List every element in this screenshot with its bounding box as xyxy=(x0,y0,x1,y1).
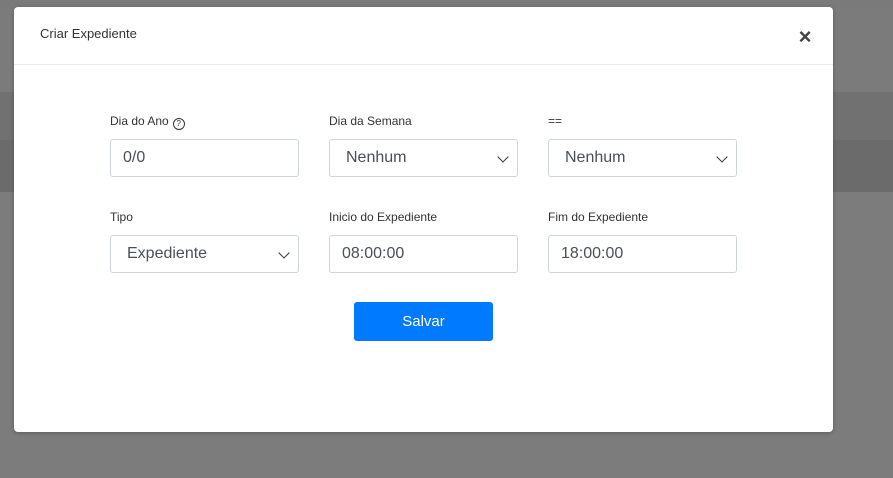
day-of-year-field: Dia do Ano? 0/0 xyxy=(110,113,299,177)
create-schedule-modal: Criar Expediente × Dia do Ano? 0/0 Dia d… xyxy=(14,7,833,432)
type-select[interactable]: Expediente xyxy=(110,235,299,273)
type-field: Tipo Expediente xyxy=(110,209,299,273)
end-time-label: Fim do Expediente xyxy=(548,210,649,224)
day-of-year-label: Dia do Ano xyxy=(110,114,169,128)
modal-title: Criar Expediente xyxy=(40,26,137,41)
chevron-down-icon xyxy=(716,151,728,163)
operator-select[interactable]: Nenhum xyxy=(548,139,737,177)
help-icon[interactable]: ? xyxy=(172,118,185,130)
day-of-year-input[interactable]: 0/0 xyxy=(110,139,299,177)
start-time-input[interactable]: 08:00:00 xyxy=(329,235,518,273)
start-time-label: Inicio do Expediente xyxy=(329,210,438,224)
weekday-label: Dia da Semana xyxy=(329,114,412,128)
close-icon[interactable]: × xyxy=(795,26,815,48)
modal-header: Criar Expediente × xyxy=(14,7,833,65)
start-time-field: Inicio do Expediente 08:00:00 xyxy=(329,209,518,273)
operator-field: == Nenhum xyxy=(548,113,737,177)
type-label: Tipo xyxy=(110,210,133,224)
save-button[interactable]: Salvar xyxy=(354,302,493,341)
chevron-down-icon xyxy=(278,247,290,259)
end-time-field: Fim do Expediente 18:00:00 xyxy=(548,209,737,273)
operator-label: == xyxy=(548,114,563,128)
weekday-field: Dia da Semana Nenhum xyxy=(329,113,518,177)
chevron-down-icon xyxy=(497,151,509,163)
end-time-input[interactable]: 18:00:00 xyxy=(548,235,737,273)
weekday-select[interactable]: Nenhum xyxy=(329,139,518,177)
